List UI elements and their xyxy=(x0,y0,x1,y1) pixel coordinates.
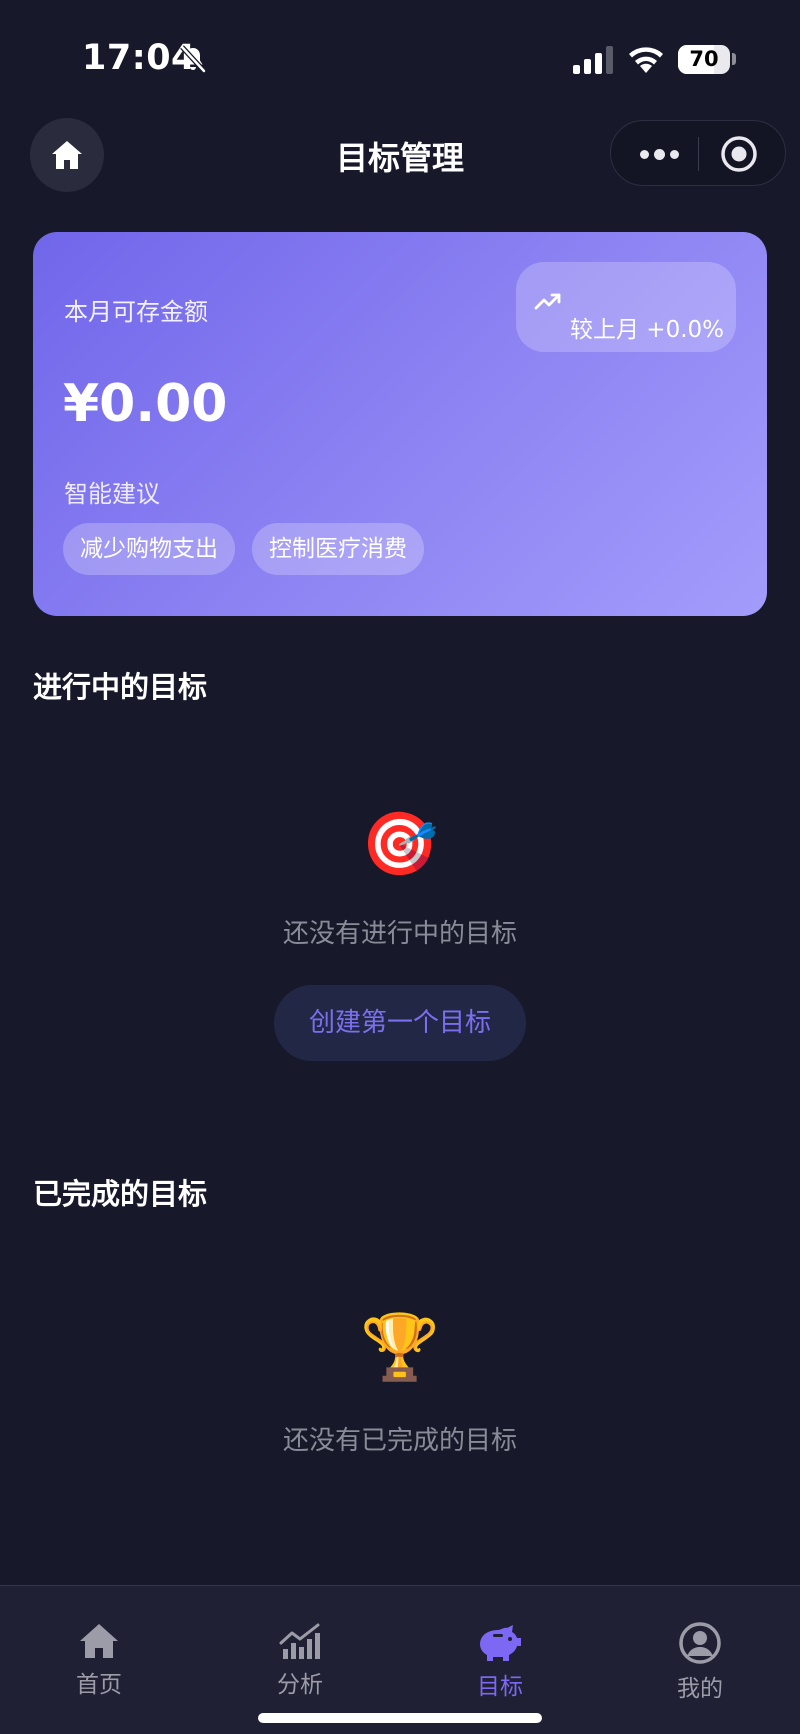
tab-label: 目标 xyxy=(477,1674,523,1700)
target-icon: 🎯 xyxy=(361,807,439,880)
trend-text: 较上月 +0.0% xyxy=(570,317,725,343)
home-icon xyxy=(80,1624,118,1658)
piggy-bank-icon xyxy=(480,1625,521,1661)
tab-analysis[interactable]: 分析 xyxy=(240,1621,360,1699)
in-progress-title: 进行中的目标 xyxy=(33,670,208,704)
home-button[interactable] xyxy=(30,118,104,192)
user-icon xyxy=(679,1622,721,1664)
goal-management-screen: 17:04 70 目标管理 本月可存金额 ¥0.00 较上月 +0.0% 智能建… xyxy=(0,0,800,1734)
home-indicator xyxy=(258,1713,542,1723)
page-title: 目标管理 xyxy=(335,139,464,177)
signal-icon xyxy=(573,46,613,74)
savings-amount: ¥0.00 xyxy=(63,374,228,434)
tab-goals[interactable]: 目标 xyxy=(440,1621,560,1701)
suggestion-chips: 减少购物支出 控制医疗消费 xyxy=(63,523,424,575)
tab-profile[interactable]: 我的 xyxy=(640,1621,760,1703)
trending-up-icon xyxy=(534,293,561,310)
suggestion-chip[interactable]: 控制医疗消费 xyxy=(252,523,424,575)
record-circle-icon[interactable] xyxy=(719,134,759,174)
trend-badge: 较上月 +0.0% xyxy=(516,262,736,352)
status-bar: 17:04 70 xyxy=(0,0,800,100)
battery-cap xyxy=(732,53,736,65)
tab-bar: 首页 分析 目标 我的 xyxy=(0,1585,800,1734)
suggestion-chip[interactable]: 减少购物支出 xyxy=(63,523,235,575)
completed-title: 已完成的目标 xyxy=(33,1177,208,1211)
bell-slash-icon xyxy=(180,45,206,73)
tab-label: 首页 xyxy=(76,1672,122,1698)
in-progress-empty-text: 还没有进行中的目标 xyxy=(282,919,517,949)
savings-label: 本月可存金额 xyxy=(64,298,208,326)
more-dots-icon[interactable] xyxy=(625,121,693,187)
capsule-divider xyxy=(698,137,699,171)
battery-icon: 70 xyxy=(678,45,730,74)
home-icon xyxy=(52,141,82,169)
trophy-icon: 🏆 xyxy=(360,1311,440,1385)
wifi-icon xyxy=(629,47,663,73)
chart-icon xyxy=(279,1623,320,1659)
create-goal-button[interactable]: 创建第一个目标 xyxy=(274,985,526,1061)
tab-label: 分析 xyxy=(277,1672,323,1698)
mini-program-capsule xyxy=(610,120,786,186)
suggestion-title: 智能建议 xyxy=(64,480,160,508)
tab-label: 我的 xyxy=(677,1676,723,1702)
tab-home[interactable]: 首页 xyxy=(39,1621,159,1699)
battery-percent: 70 xyxy=(689,47,719,71)
savings-card: 本月可存金额 ¥0.00 较上月 +0.0% 智能建议 减少购物支出 控制医疗消… xyxy=(33,232,767,616)
completed-empty-text: 还没有已完成的目标 xyxy=(282,1426,517,1456)
